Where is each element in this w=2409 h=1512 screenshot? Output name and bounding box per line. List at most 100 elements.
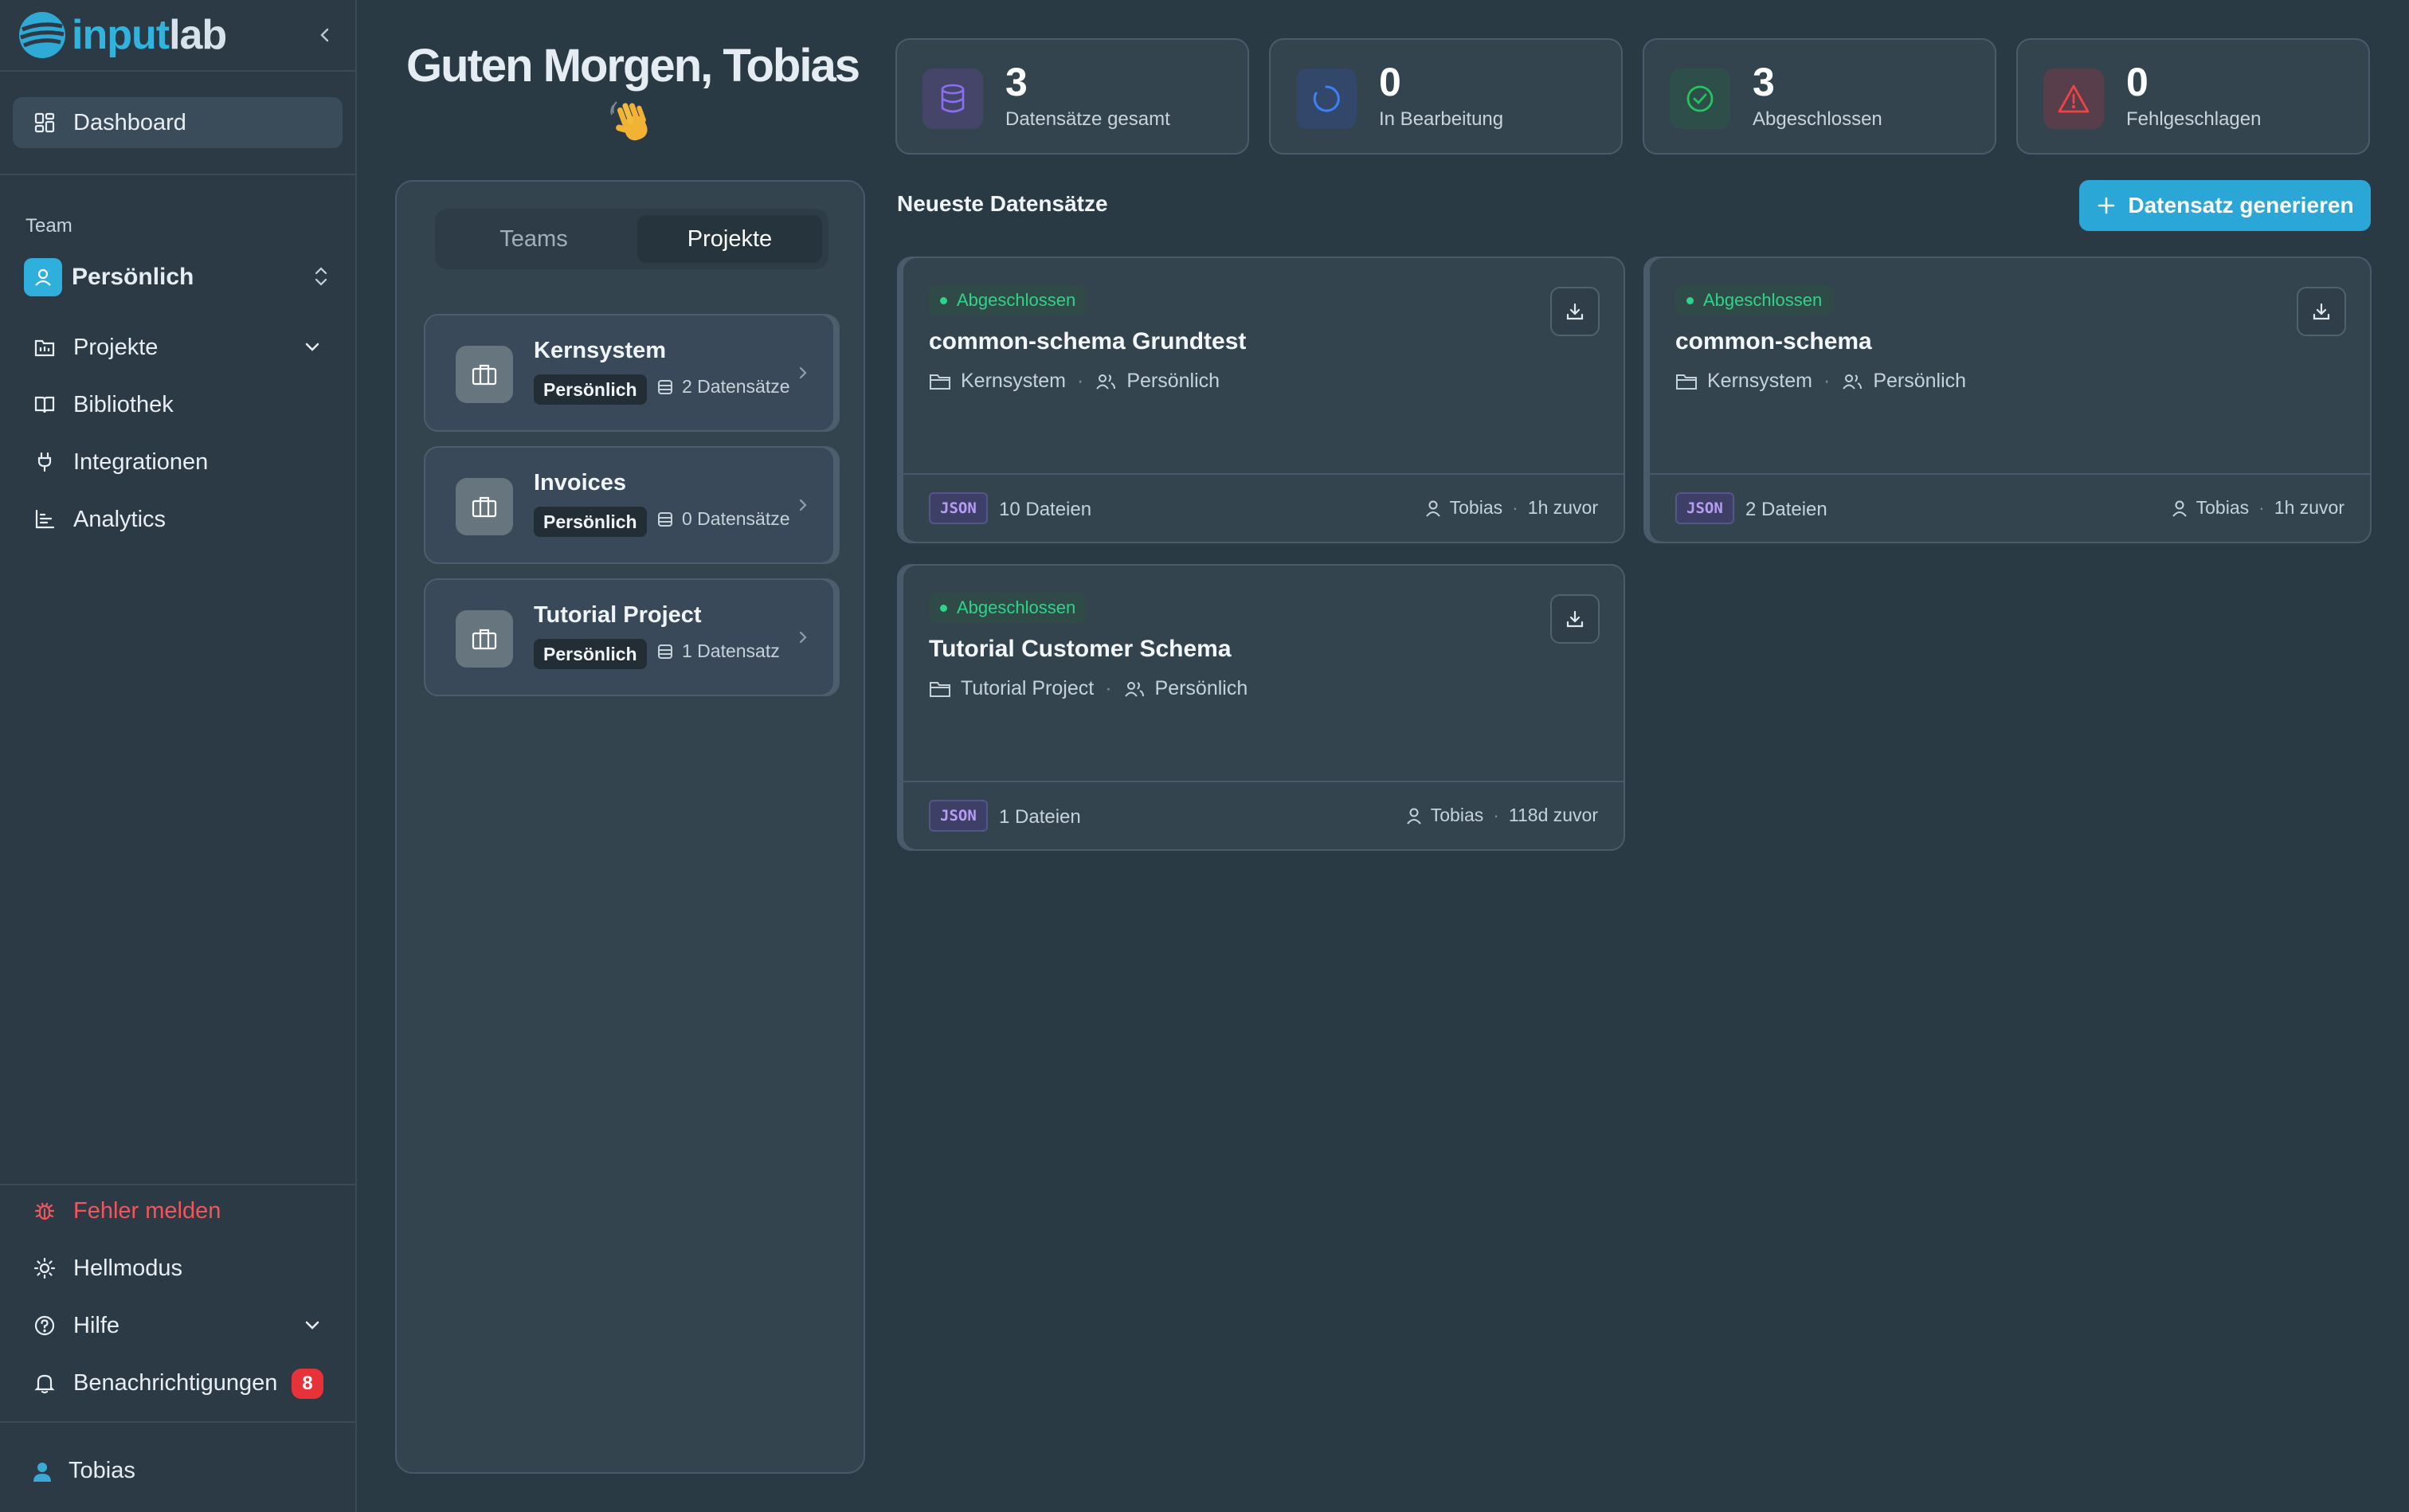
- status-dot-icon: [940, 604, 947, 612]
- project-card[interactable]: Invoices Persönlich 0 Datensätze: [424, 446, 840, 564]
- warning-triangle-icon: [2043, 69, 2104, 129]
- dataset-title: Tutorial Customer Schema: [929, 636, 1232, 662]
- download-button[interactable]: [1550, 287, 1600, 336]
- project-team-tag: Persönlich: [534, 639, 647, 669]
- plug-icon: [32, 449, 57, 475]
- status-badge: Abgeschlossen: [1675, 285, 1834, 315]
- dataset-title: common-schema: [1675, 328, 1872, 354]
- nav-analytics[interactable]: Analytics: [13, 494, 343, 545]
- dataset-author-time: Tobias · 1h zuvor: [2171, 497, 2344, 519]
- nav-notifications[interactable]: Benachrichtigungen 8: [13, 1357, 343, 1408]
- stat-label: Abgeschlossen: [1753, 108, 1882, 130]
- format-badge: JSON: [929, 492, 988, 524]
- team-switcher[interactable]: Persönlich: [24, 257, 343, 298]
- project-card[interactable]: Kernsystem Persönlich 2 Datensätze: [424, 314, 840, 432]
- stat-label: Fehlgeschlagen: [2126, 108, 2262, 130]
- dataset-footer: JSON 1 Dateien Tobias · 118d zuvor: [899, 781, 1624, 849]
- dataset-meta: Kernsystem · Persönlich: [929, 370, 1220, 393]
- project-panel: Teams Projekte Kernsystem Persönlich 2 D…: [395, 180, 865, 1474]
- book-icon: [32, 392, 57, 417]
- check-circle-icon: [1670, 69, 1730, 129]
- stat-card-failed: 0 Fehlgeschlagen: [2016, 38, 2370, 155]
- folder-icon: [1676, 374, 1697, 390]
- project-dataset-count: 0 Datensätze: [656, 508, 790, 530]
- stat-label: Datensätze gesamt: [1005, 108, 1170, 130]
- download-button[interactable]: [2297, 287, 2346, 336]
- help-circle-icon: [32, 1313, 57, 1338]
- status-badge: Abgeschlossen: [929, 285, 1087, 315]
- stat-value: 0: [2126, 60, 2149, 104]
- download-button[interactable]: [1550, 594, 1600, 644]
- nav-light-mode[interactable]: Hellmodus: [13, 1243, 343, 1294]
- chevron-left-icon: [320, 28, 329, 42]
- nav-help[interactable]: Hilfe: [13, 1300, 343, 1351]
- projects-icon: [32, 335, 57, 360]
- file-count: 2 Dateien: [1745, 499, 1827, 520]
- tab-projects[interactable]: Projekte: [637, 215, 822, 263]
- database-icon: [658, 379, 672, 394]
- user-name: Tobias: [69, 1458, 135, 1483]
- chevron-down-icon[interactable]: [300, 1313, 325, 1338]
- project-name: Invoices: [534, 470, 627, 496]
- download-icon: [1566, 610, 1584, 628]
- nav-projects[interactable]: Projekte: [13, 322, 343, 373]
- dashboard-icon: [32, 110, 57, 135]
- status-dot-icon: [1686, 296, 1694, 304]
- stat-card-completed: 3 Abgeschlossen: [1643, 38, 1996, 155]
- nav-dashboard[interactable]: Dashboard: [13, 97, 343, 148]
- nav-help-label: Hilfe: [73, 1312, 120, 1338]
- user-icon: [1406, 808, 1421, 825]
- panel-tabs: Teams Projekte: [435, 209, 828, 269]
- bug-icon: [32, 1198, 57, 1224]
- section-title: Neueste Datensätze: [897, 191, 1108, 216]
- dataset-author-time: Tobias · 1h zuvor: [1424, 497, 1598, 519]
- users-icon: [1843, 374, 1863, 390]
- dataset-title: common-schema Grundtest: [929, 328, 1247, 354]
- brand-name: inputlab: [72, 12, 227, 58]
- divider: [0, 70, 357, 72]
- chevron-right-icon: [799, 631, 807, 644]
- dataset-card[interactable]: Abgeschlossen common-schema Grundtest Ke…: [897, 257, 1625, 543]
- nav-library[interactable]: Bibliothek: [13, 379, 343, 430]
- project-dataset-count: 2 Datensätze: [656, 376, 790, 398]
- divider: [0, 1421, 357, 1423]
- nav-library-label: Bibliothek: [73, 391, 174, 417]
- project-team-tag: Persönlich: [534, 507, 647, 537]
- project-card[interactable]: Tutorial Project Persönlich 1 Datensatz: [424, 578, 840, 696]
- dataset-meta: Tutorial Project · Persönlich: [929, 677, 1248, 700]
- stat-value: 3: [1753, 60, 1775, 104]
- brand-logo[interactable]: inputlab: [18, 10, 339, 61]
- briefcase-icon: [456, 478, 513, 535]
- user-icon: [1425, 500, 1440, 517]
- notification-count-badge: 8: [292, 1369, 323, 1399]
- chevron-right-icon: [799, 366, 807, 379]
- collapse-sidebar-button[interactable]: [311, 21, 339, 49]
- plus-icon: [2098, 197, 2115, 214]
- database-icon: [922, 69, 983, 129]
- nav-notifications-label: Benachrichtigungen: [73, 1369, 278, 1396]
- dataset-card[interactable]: Abgeschlossen Tutorial Customer Schema T…: [897, 564, 1625, 851]
- nav-light-mode-label: Hellmodus: [73, 1255, 182, 1281]
- file-count: 10 Dateien: [999, 499, 1092, 520]
- users-icon: [1124, 681, 1144, 697]
- status-badge: Abgeschlossen: [929, 593, 1087, 623]
- dataset-card[interactable]: Abgeschlossen common-schema Kernsystem ·…: [1643, 257, 2372, 543]
- chevron-updown-icon: [315, 267, 327, 286]
- nav-report-bug[interactable]: Fehler melden: [13, 1185, 343, 1236]
- database-icon: [658, 644, 672, 659]
- chevron-down-icon[interactable]: [300, 335, 325, 360]
- logo-icon: [19, 12, 65, 58]
- format-badge: JSON: [929, 800, 988, 832]
- nav-integrations[interactable]: Integrationen: [13, 437, 343, 488]
- nav-integrations-label: Integrationen: [73, 449, 209, 475]
- project-dataset-count: 1 Datensatz: [656, 640, 780, 662]
- project-name: Kernsystem: [534, 338, 667, 363]
- generate-dataset-button[interactable]: Datensatz generieren: [2079, 180, 2371, 231]
- file-count: 1 Dateien: [999, 806, 1081, 828]
- nav-analytics-label: Analytics: [73, 506, 166, 532]
- user-menu[interactable]: Tobias: [32, 1458, 135, 1484]
- dataset-author-time: Tobias · 118d zuvor: [1405, 805, 1598, 826]
- sidebar: inputlab Dashboard Team Persönlich Proje…: [0, 0, 357, 1512]
- user-icon: [33, 1462, 51, 1482]
- tab-teams[interactable]: Teams: [441, 215, 626, 263]
